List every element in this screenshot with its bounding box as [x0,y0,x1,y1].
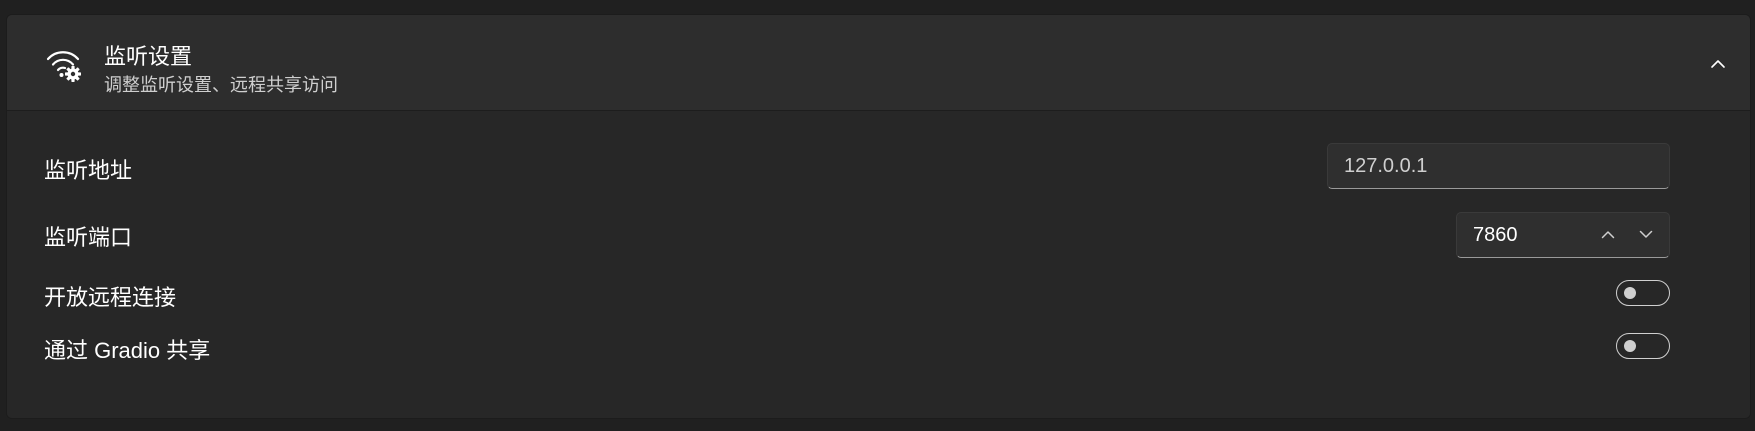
listen-settings-card: 监听设置 调整监听设置、远程共享访问 监听地址 监听端口 7860 [6,14,1751,419]
chevron-up-icon [1601,226,1615,244]
remote-connection-label: 开放远程连接 [44,285,177,310]
chevron-up-icon [1710,56,1726,74]
collapse-button[interactable] [1704,51,1732,79]
chevron-down-icon [1639,226,1653,244]
toggle-knob [1624,287,1636,299]
toggle-knob [1624,340,1636,352]
port-decrement-button[interactable] [1633,222,1659,248]
listen-port-numberbox[interactable]: 7860 [1456,212,1670,258]
gradio-share-toggle[interactable] [1616,333,1670,359]
section-title: 监听设置 [104,44,193,69]
listen-address-input[interactable] [1327,143,1670,189]
listen-settings-body: 监听地址 监听端口 7860 开放远程连接 [7,111,1750,418]
section-subtitle: 调整监听设置、远程共享访问 [104,75,338,95]
listen-settings-header[interactable]: 监听设置 调整监听设置、远程共享访问 [7,15,1750,111]
listen-port-label: 监听端口 [44,225,133,250]
listen-address-label: 监听地址 [44,158,133,183]
wifi-gear-icon [45,46,83,84]
port-increment-button[interactable] [1595,222,1621,248]
remote-connection-toggle[interactable] [1616,280,1670,306]
listen-port-value[interactable]: 7860 [1473,224,1518,247]
gradio-share-label: 通过 Gradio 共享 [44,338,211,363]
